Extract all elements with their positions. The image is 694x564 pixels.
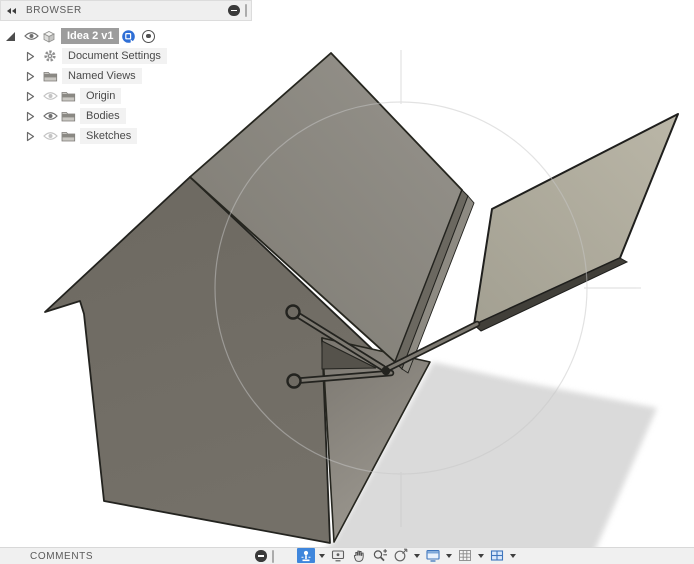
zoom-magnifier-icon (373, 549, 387, 562)
expand-arrow-icon[interactable] (26, 91, 35, 102)
tree-row-named-views[interactable]: Named Views (0, 66, 252, 86)
display-settings-dropdown-caret[interactable] (446, 553, 452, 558)
folder-icon (59, 91, 77, 102)
fit-button[interactable] (392, 548, 410, 563)
eye-visible-icon[interactable] (41, 111, 59, 121)
tree-row-origin[interactable]: Origin (0, 86, 252, 106)
browser-header[interactable]: BROWSER (0, 0, 252, 21)
viewports-dropdown-caret[interactable] (510, 553, 516, 558)
collapse-panel-icon[interactable] (7, 7, 16, 14)
viewports-button[interactable] (488, 548, 506, 563)
display-settings-icon (426, 549, 440, 562)
comments-title: COMMENTS (30, 550, 94, 562)
browser-panel: BROWSER Idea 2 v1 Document Settings Name… (0, 0, 252, 146)
expand-arrow-icon[interactable] (26, 71, 35, 82)
grid-snaps-dropdown-caret[interactable] (478, 553, 484, 558)
eye-hidden-icon[interactable] (41, 91, 59, 101)
folder-icon (59, 131, 77, 142)
viewports-icon (490, 550, 504, 561)
panel-grip[interactable] (244, 4, 247, 17)
fusion-viewport: BROWSER Idea 2 v1 Document Settings Name… (0, 0, 694, 564)
open-lid-panel[interactable] (473, 113, 679, 326)
eye-hidden-icon[interactable] (41, 131, 59, 141)
comments-bar: COMMENTS (0, 547, 694, 564)
tree-item-label[interactable]: Document Settings (62, 48, 167, 64)
tree-row-bodies[interactable]: Bodies (0, 106, 252, 126)
gear-icon (41, 49, 59, 63)
tree-row-document-settings[interactable]: Document Settings (0, 46, 252, 66)
comments-panel-grip[interactable] (271, 549, 275, 563)
orbit-dropdown-caret[interactable] (319, 553, 325, 558)
eye-icon[interactable] (22, 31, 40, 41)
look-at-button[interactable] (329, 548, 347, 563)
tree-item-label[interactable]: Sketches (80, 128, 138, 144)
browser-title: BROWSER (26, 5, 82, 16)
orbit-icon (301, 550, 311, 561)
orbit-button[interactable] (297, 548, 315, 563)
zoom-button[interactable] (371, 548, 389, 563)
tree-item-label[interactable]: Origin (80, 88, 122, 104)
remove-panel-icon[interactable] (228, 4, 240, 17)
activate-component-radio[interactable] (142, 29, 156, 43)
hinge-pivot-lower[interactable] (286, 373, 302, 389)
tree-item-label[interactable]: Bodies (80, 108, 126, 124)
look-at-icon (331, 550, 345, 562)
tree-item-label[interactable]: Named Views (62, 68, 142, 84)
document-root-label[interactable]: Idea 2 v1 (61, 28, 120, 44)
expand-arrow-icon[interactable] (26, 131, 35, 142)
pan-button[interactable] (350, 548, 368, 563)
hinge-pivot-upper[interactable] (285, 304, 301, 320)
remove-comments-panel-icon[interactable] (255, 550, 267, 562)
expand-arrow-icon[interactable] (26, 51, 35, 62)
folder-icon (59, 111, 77, 122)
folder-icon (41, 71, 59, 82)
grid-snaps-button[interactable] (456, 548, 474, 563)
component-cube-icon (40, 29, 58, 44)
tree-row-root[interactable]: Idea 2 v1 (0, 26, 252, 46)
display-settings-button[interactable] (424, 548, 442, 563)
fit-icon (394, 548, 408, 562)
expand-arrow-icon[interactable] (26, 111, 35, 122)
browser-tree: Idea 2 v1 Document Settings Named Views … (0, 26, 252, 146)
navigation-toolbar (297, 547, 517, 564)
expand-triangle-icon[interactable] (6, 31, 15, 41)
grid-icon (459, 550, 471, 561)
pan-hand-icon (353, 550, 364, 562)
tree-row-sketches[interactable]: Sketches (0, 126, 252, 146)
hinge-knot (381, 366, 391, 376)
fit-dropdown-caret[interactable] (414, 553, 420, 558)
cloud-document-badge-icon (122, 29, 136, 43)
